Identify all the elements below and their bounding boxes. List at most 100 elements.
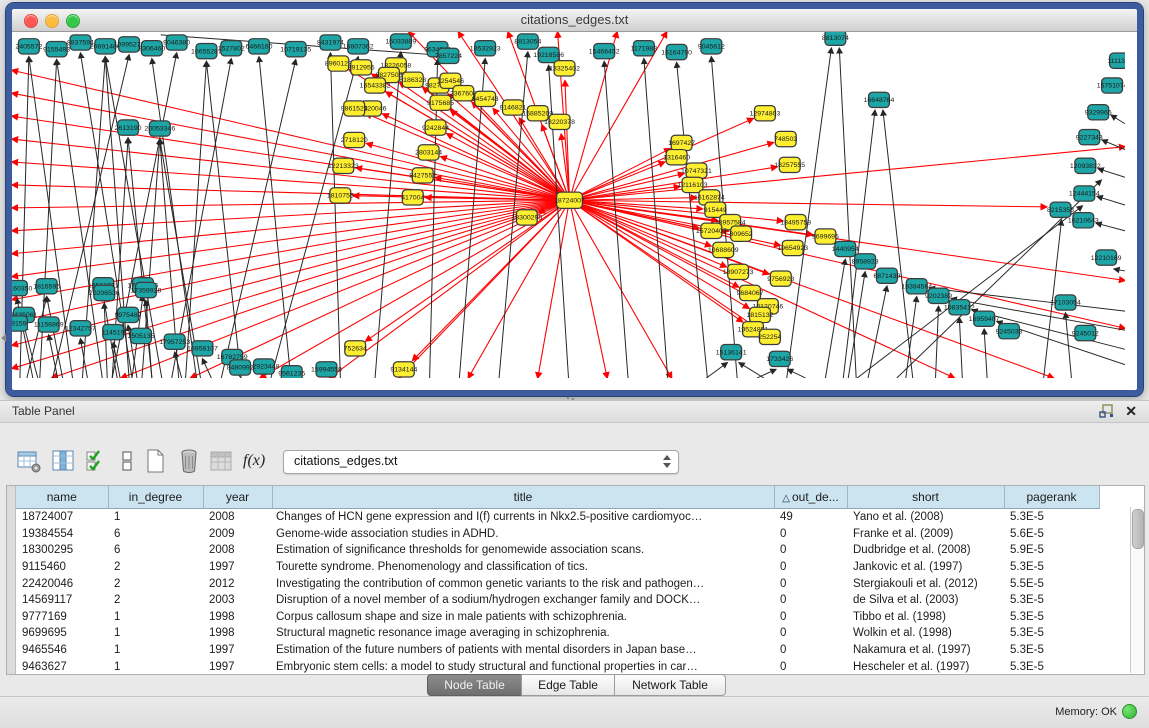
paper-node[interactable]: 8813074 xyxy=(822,32,849,45)
column-header-out_de[interactable]: △out_de... xyxy=(774,486,847,509)
paper-node[interactable]: 17103054 xyxy=(1050,295,1081,310)
table-row[interactable]: 1830029562008Estimation of significance … xyxy=(16,542,1099,559)
column-header-pagerank[interactable]: pagerank xyxy=(1004,486,1099,509)
paper-node[interactable]: 8813054 xyxy=(514,34,541,49)
hub-paper-node[interactable]: 18724007 xyxy=(554,192,585,208)
paper-node[interactable]: 1527802 xyxy=(218,41,245,56)
paper-node[interactable]: 17957253 xyxy=(159,334,190,349)
table-row[interactable]: 1938455462009Genome-wide association stu… xyxy=(16,526,1099,543)
cell-short[interactable]: Yano et al. (2008) xyxy=(847,509,1004,526)
cell-pagerank[interactable]: 5.9E-5 xyxy=(1004,542,1099,559)
cell-short[interactable]: Hescheler et al. (1997) xyxy=(847,658,1004,675)
cell-out_degree[interactable]: 0 xyxy=(774,575,847,592)
select-all-icon[interactable] xyxy=(84,448,110,474)
paper-node[interactable]: 748503 xyxy=(774,131,797,146)
cell-year[interactable]: 2008 xyxy=(203,542,272,559)
cell-title[interactable]: Tourette syndrome. Phenomenology and cla… xyxy=(272,559,774,576)
paper-node[interactable]: 10747321 xyxy=(681,163,712,178)
cell-year[interactable]: 2009 xyxy=(203,526,272,543)
tab-network-table[interactable]: Network Table xyxy=(614,674,726,696)
table-row[interactable]: 946554611997Estimation of the future num… xyxy=(16,642,1099,659)
cell-name[interactable]: 9115460 xyxy=(16,559,108,576)
cell-name[interactable]: 14569117 xyxy=(16,592,108,609)
cell-out_degree[interactable]: 0 xyxy=(774,542,847,559)
paper-node[interactable]: 12093832 xyxy=(1070,158,1101,173)
paper-node[interactable]: 16033809 xyxy=(385,34,416,49)
column-header-name[interactable]: name xyxy=(16,486,108,509)
paper-node[interactable]: 9245033 xyxy=(995,324,1022,339)
paper-node[interactable]: 2613190 xyxy=(115,120,142,135)
cell-in_degree[interactable]: 2 xyxy=(108,559,203,576)
cell-pagerank[interactable]: 5.3E-5 xyxy=(1004,609,1099,626)
table-row[interactable]: 977716911998Corpus callosum shape and si… xyxy=(16,609,1099,626)
paper-node[interactable]: 15994558 xyxy=(311,362,342,377)
paper-node[interactable]: 8186328 xyxy=(399,72,426,87)
memory-ok-icon[interactable] xyxy=(1122,704,1137,719)
cell-name[interactable]: 9699695 xyxy=(16,625,108,642)
cell-short[interactable]: Dudbridge et al. (2008) xyxy=(847,542,1004,559)
paper-node[interactable]: 9245012 xyxy=(1072,325,1099,340)
cell-name[interactable]: 19384554 xyxy=(16,526,108,543)
cell-pagerank[interactable]: 5.3E-5 xyxy=(1004,592,1099,609)
cell-title[interactable]: Estimation of the future numbers of pati… xyxy=(272,642,774,659)
paper-node[interactable]: 9045612 xyxy=(698,39,725,54)
paper-node[interactable]: 8215358 xyxy=(1047,202,1074,217)
table-row[interactable]: 1872400712008Changes of HCN gene express… xyxy=(16,509,1099,526)
cell-name[interactable]: 22420046 xyxy=(16,575,108,592)
paper-node[interactable]: 9227343 xyxy=(1076,129,1103,144)
column-header-title[interactable]: title xyxy=(272,486,774,509)
table-select-combo[interactable]: citations_edges.txt xyxy=(283,450,679,474)
table-row[interactable]: 911546021997Tourette syndrome. Phenomeno… xyxy=(16,559,1099,576)
rows-icon[interactable] xyxy=(114,448,140,474)
table-settings-icon[interactable] xyxy=(16,448,42,474)
paper-node[interactable]: 2405572 xyxy=(15,39,42,54)
column-header-short[interactable]: short xyxy=(847,486,1004,509)
paper-node[interactable]: 10719135 xyxy=(280,42,311,57)
paper-node[interactable]: 9699695 xyxy=(812,229,839,244)
show-column-icon[interactable] xyxy=(50,448,76,474)
cell-title[interactable]: Investigating the contribution of common… xyxy=(272,575,774,592)
cell-name[interactable]: 9465546 xyxy=(16,642,108,659)
column-header-in_degree[interactable]: in_degree xyxy=(108,486,203,509)
paper-node[interactable]: 1505135 xyxy=(127,328,154,343)
paper-node[interactable]: 7857224 xyxy=(435,48,462,63)
paper-node[interactable]: 1111304 xyxy=(1107,53,1125,68)
cell-year[interactable]: 1998 xyxy=(203,625,272,642)
paper-node[interactable]: 252254 xyxy=(758,329,781,344)
float-panel-icon[interactable] xyxy=(1099,404,1115,419)
network-window[interactable]: citations_edges.txt 24055729155493883759… xyxy=(6,3,1143,396)
paper-node[interactable]: 2803144 xyxy=(415,145,442,160)
cell-year[interactable]: 1997 xyxy=(203,559,272,576)
cell-short[interactable]: Jankovic et al. (1997) xyxy=(847,559,1004,576)
cell-year[interactable]: 2003 xyxy=(203,592,272,609)
paper-node[interactable]: 16807362 xyxy=(343,39,374,54)
cell-pagerank[interactable]: 5.5E-5 xyxy=(1004,575,1099,592)
cell-in_degree[interactable]: 1 xyxy=(108,609,203,626)
cell-short[interactable]: Stergiakouli et al. (2012) xyxy=(847,575,1004,592)
paper-node[interactable]: 9202389 xyxy=(925,288,952,303)
paper-node[interactable]: 16210643 xyxy=(1068,213,1099,228)
paper-node[interactable]: 15751074 xyxy=(1097,78,1125,93)
table-row[interactable]: 969969511998Structural magnetic resonanc… xyxy=(16,625,1099,642)
paper-node[interactable]: 11156869 xyxy=(34,317,64,332)
paper-node[interactable]: 26160350 xyxy=(12,281,33,296)
cell-pagerank[interactable]: 5.3E-5 xyxy=(1004,625,1099,642)
paper-node[interactable]: 12974803 xyxy=(750,106,781,121)
cell-short[interactable]: Nakamura et al. (1997) xyxy=(847,642,1004,659)
cell-out_degree[interactable]: 0 xyxy=(774,609,847,626)
paper-node[interactable]: 6466160 xyxy=(246,39,273,54)
paper-node[interactable]: 1316460 xyxy=(663,150,690,165)
cell-name[interactable]: 9463627 xyxy=(16,658,108,675)
paper-node[interactable]: 18257555 xyxy=(774,157,805,172)
table-vertical-scrollbar[interactable] xyxy=(1130,507,1144,673)
close-panel-icon[interactable]: ✕ xyxy=(1125,403,1137,420)
cell-year[interactable]: 1997 xyxy=(203,642,272,659)
table-row[interactable]: 1456911722003Disruption of a novel membe… xyxy=(16,592,1099,609)
cell-pagerank[interactable]: 5.3E-5 xyxy=(1004,559,1099,576)
paper-node[interactable]: 9684067 xyxy=(737,285,764,300)
cell-in_degree[interactable]: 1 xyxy=(108,642,203,659)
paper-node[interactable]: 9861523 xyxy=(341,101,368,116)
cell-title[interactable]: Corpus callosum shape and size in male p… xyxy=(272,609,774,626)
cell-title[interactable]: Estimation of significance thresholds fo… xyxy=(272,542,774,559)
paper-node[interactable]: 8480992 xyxy=(227,360,254,375)
